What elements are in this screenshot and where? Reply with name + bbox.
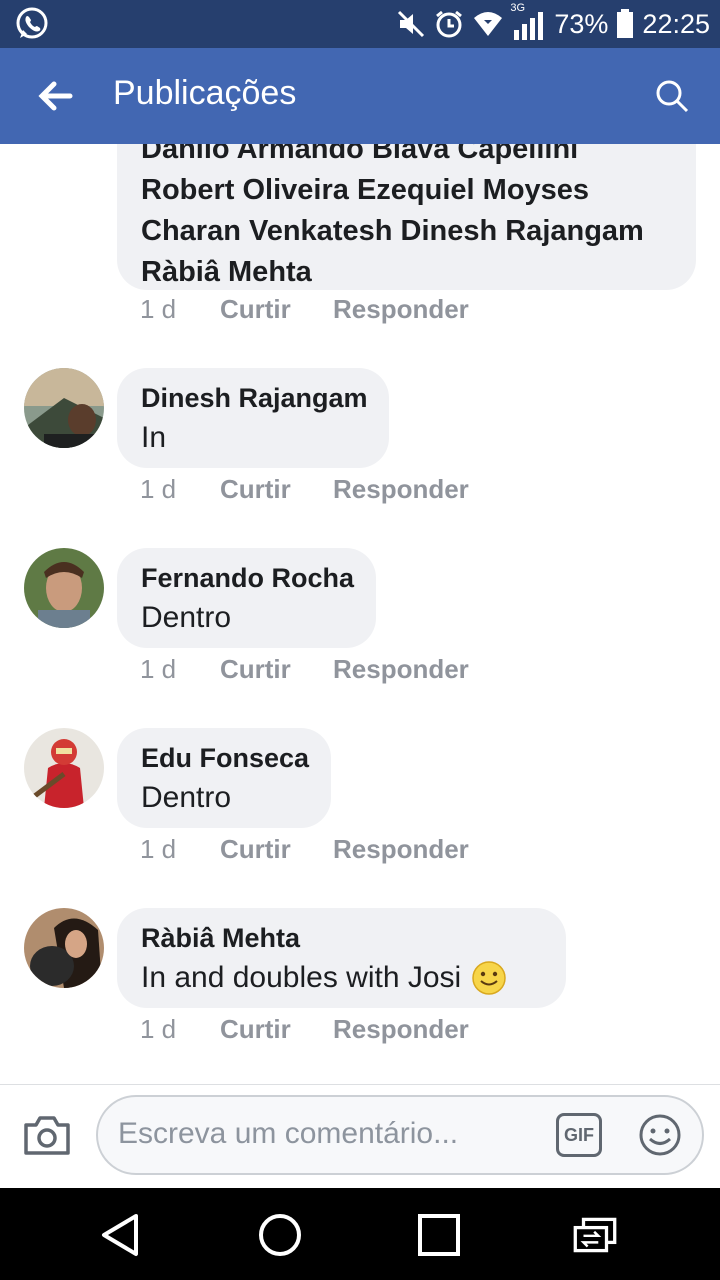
comment-actions: 1 d Curtir Responder [140, 834, 469, 865]
app-bar: Publicações [0, 48, 720, 144]
comment-time: 1 d [140, 834, 177, 864]
alarm-icon [436, 10, 463, 38]
comment-composer: Escreva um comentário... GIF [0, 1084, 720, 1189]
tagged-names-line: Robert Oliveira Ezequiel Moyses [141, 174, 590, 206]
camera-icon[interactable] [22, 1113, 72, 1157]
smiley-emoji-icon [472, 961, 506, 995]
comment-input-placeholder: Escreva um comentário... [118, 1117, 459, 1150]
comment-actions: 1 d Curtir Responder [140, 654, 469, 685]
mute-icon [398, 10, 425, 38]
wifi-icon [474, 12, 503, 36]
status-icons: 3G 73% 22:25 [396, 0, 710, 48]
tagged-names-line: Charan Venkatesh Dinesh Rajangam [141, 215, 644, 247]
tagged-names-line: Ràbiâ Mehta [141, 256, 312, 288]
emoji-icon[interactable] [638, 1113, 682, 1157]
comment-text: Dentro [141, 781, 232, 814]
comment-bubble: Dinesh Rajangam In [117, 368, 389, 468]
like-button[interactable]: Curtir [220, 654, 333, 685]
tagged-names-line: Danilo Armando Biava Capellini [141, 144, 579, 165]
reply-button[interactable]: Responder [333, 474, 469, 505]
comment-input[interactable]: Escreva um comentário... GIF [96, 1095, 704, 1175]
reply-button[interactable]: Responder [333, 1014, 469, 1045]
reply-button[interactable]: Responder [333, 834, 469, 865]
comment-text: In [141, 421, 167, 454]
avatar[interactable] [24, 908, 104, 988]
like-button[interactable]: Curtir [220, 474, 333, 505]
comment-time: 1 d [140, 654, 177, 684]
comment-author[interactable]: Fernando Rocha [141, 558, 376, 598]
comment-author[interactable]: Edu Fonseca [141, 738, 331, 778]
comment-actions: 1 d Curtir Responder [140, 474, 469, 505]
comment-text: In and doubles with Josi [141, 961, 462, 994]
gif-label: GIF [564, 1124, 594, 1145]
comment-actions: 1 d Curtir Responder [140, 1014, 469, 1045]
avatar[interactable] [24, 548, 104, 628]
comment-time: 1 d [140, 294, 177, 324]
whatsapp-icon [16, 7, 48, 39]
home-circle-icon[interactable] [257, 1212, 303, 1258]
comment-bubble: Fernando Rocha Dentro [117, 548, 376, 648]
system-nav-bar [0, 1188, 720, 1280]
like-button[interactable]: Curtir [220, 294, 333, 325]
clock: 22:25 [642, 8, 710, 39]
back-triangle-icon[interactable] [98, 1212, 144, 1258]
battery-icon [617, 9, 634, 38]
switch-apps-icon[interactable] [572, 1212, 618, 1258]
comment-bubble: Edu Fonseca Dentro [117, 728, 331, 828]
comment-text-row: In and doubles with Josi [141, 958, 566, 998]
battery-percent: 73% [554, 8, 609, 39]
comment-text: Dentro [141, 601, 232, 634]
comment-bubble: Ràbiâ Mehta In and doubles with Josi [117, 908, 566, 1008]
avatar[interactable] [24, 368, 104, 448]
comment-author[interactable]: Ràbiâ Mehta [141, 918, 566, 958]
avatar[interactable] [24, 728, 104, 808]
like-button[interactable]: Curtir [220, 1014, 333, 1045]
page-title: Publicações [113, 74, 297, 112]
like-button[interactable]: Curtir [220, 834, 333, 865]
reply-button[interactable]: Responder [333, 294, 469, 325]
comment-time: 1 d [140, 1014, 177, 1044]
comment-time: 1 d [140, 474, 177, 504]
signal-icon: 3G [510, 2, 546, 40]
comment-bubble: Danilo Armando Biava Capellini Robert Ol… [117, 144, 696, 290]
search-icon[interactable] [654, 78, 690, 114]
status-bar: 3G 73% 22:25 [0, 0, 720, 48]
reply-button[interactable]: Responder [333, 654, 469, 685]
recents-square-icon[interactable] [416, 1212, 462, 1258]
back-arrow-icon[interactable] [36, 78, 76, 114]
comments-feed[interactable]: Danilo Armando Biava Capellini Robert Ol… [0, 144, 720, 1084]
comment-author[interactable]: Dinesh Rajangam [141, 378, 389, 418]
gif-icon[interactable]: GIF [556, 1113, 602, 1157]
comment-actions: 1 d Curtir Responder [140, 294, 469, 325]
